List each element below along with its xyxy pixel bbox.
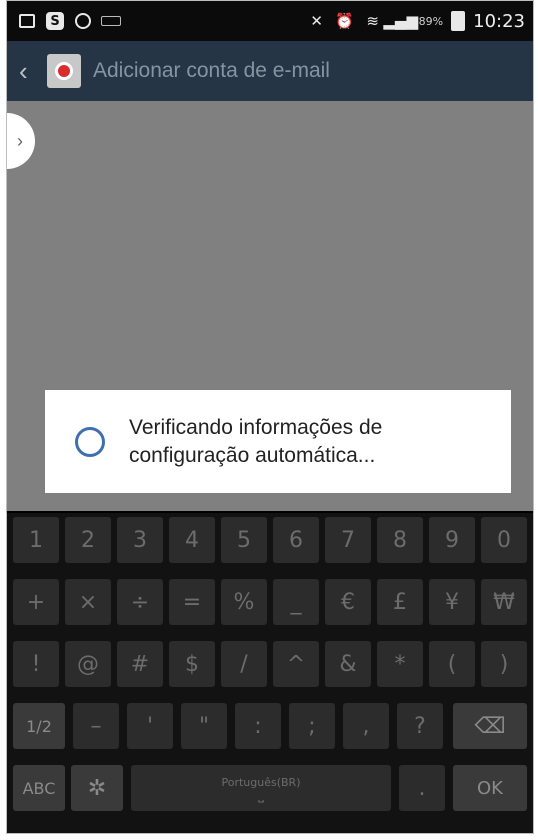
key[interactable]: * bbox=[377, 641, 423, 687]
key[interactable]: 8 bbox=[377, 517, 423, 563]
keyboard-icon bbox=[101, 12, 121, 30]
key[interactable]: " bbox=[181, 703, 227, 749]
ok-key[interactable]: OK bbox=[453, 765, 527, 811]
key[interactable]: 7 bbox=[325, 517, 371, 563]
key[interactable]: & bbox=[325, 641, 371, 687]
backspace-icon[interactable]: ⌫ bbox=[453, 703, 527, 749]
key[interactable]: ¥ bbox=[429, 579, 475, 625]
space-key[interactable]: Português(BR) ⎵ bbox=[131, 765, 391, 811]
settings-gear-icon[interactable]: ✲ bbox=[71, 765, 123, 811]
key[interactable]: ₩ bbox=[481, 579, 527, 625]
key[interactable]: $ bbox=[169, 641, 215, 687]
wifi-icon: ≋ bbox=[366, 12, 379, 30]
space-bar-icon: ⎵ bbox=[258, 786, 264, 803]
keyboard-row-symbols1: + × ÷ = % _ € £ ¥ ₩ bbox=[7, 579, 533, 633]
signal-icon: ▂▄▆ bbox=[383, 12, 418, 30]
key[interactable]: / bbox=[221, 641, 267, 687]
key[interactable]: ÷ bbox=[117, 579, 163, 625]
side-panel-handle[interactable]: › bbox=[7, 113, 35, 169]
key[interactable]: 0 bbox=[481, 517, 527, 563]
key[interactable]: : bbox=[235, 703, 281, 749]
key[interactable]: , bbox=[343, 703, 389, 749]
keyboard-row-symbols3: 1/2 – ' " : ; , ? ⌫ bbox=[7, 703, 533, 757]
key[interactable]: _ bbox=[273, 579, 319, 625]
key[interactable]: ; bbox=[289, 703, 335, 749]
key[interactable]: + bbox=[13, 579, 59, 625]
key[interactable]: 2 bbox=[65, 517, 111, 563]
key[interactable]: 9 bbox=[429, 517, 475, 563]
progress-message-line2: configuração automática... bbox=[129, 443, 376, 467]
skype-icon: S bbox=[45, 12, 65, 30]
key[interactable]: ( bbox=[429, 641, 475, 687]
keyboard-row-symbols2: ! @ # $ / ^ & * ( ) bbox=[7, 641, 533, 695]
content-area: › Verificando informações de configuraçã… bbox=[7, 101, 533, 511]
progress-dialog: Verificando informações de configuração … bbox=[45, 390, 511, 493]
key[interactable]: 3 bbox=[117, 517, 163, 563]
keyboard-row-bottom: ABC ✲ Português(BR) ⎵ . OK bbox=[7, 765, 533, 819]
mute-icon: ✕ bbox=[310, 12, 323, 30]
battery-percent: 89% bbox=[418, 14, 444, 28]
key[interactable]: × bbox=[65, 579, 111, 625]
key[interactable]: # bbox=[117, 641, 163, 687]
key[interactable]: ? bbox=[397, 703, 443, 749]
progress-message-line1: Verificando informações de bbox=[129, 415, 383, 439]
page-toggle-key[interactable]: 1/2 bbox=[13, 703, 65, 749]
key[interactable]: 1 bbox=[13, 517, 59, 563]
key[interactable]: € bbox=[325, 579, 371, 625]
status-bar: S ✕ ⏰ ≋ ▂▄▆ 89% 10:23 bbox=[7, 1, 533, 41]
key[interactable]: @ bbox=[65, 641, 111, 687]
loading-spinner-icon bbox=[75, 426, 105, 457]
key[interactable]: £ bbox=[377, 579, 423, 625]
page-title: Adicionar conta de e-mail bbox=[93, 59, 330, 82]
key[interactable]: % bbox=[221, 579, 267, 625]
key[interactable]: 6 bbox=[273, 517, 319, 563]
abc-key[interactable]: ABC bbox=[13, 765, 65, 811]
phone-screen: S ✕ ⏰ ≋ ▂▄▆ 89% 10:23 ‹ Adicionar conta … bbox=[6, 0, 534, 834]
keyboard-row-numbers: 1 2 3 4 5 6 7 8 9 0 bbox=[7, 517, 533, 571]
key[interactable]: 4 bbox=[169, 517, 215, 563]
clock: 10:23 bbox=[473, 10, 525, 32]
back-icon[interactable]: ‹ bbox=[19, 56, 41, 87]
battery-icon bbox=[451, 11, 466, 31]
progress-message: Verificando informações de configuração … bbox=[129, 414, 382, 470]
key[interactable]: ^ bbox=[273, 641, 319, 687]
alarm-icon: ⏰ bbox=[335, 12, 355, 30]
key[interactable]: ' bbox=[127, 703, 173, 749]
key[interactable]: ! bbox=[13, 641, 59, 687]
gallery-icon bbox=[17, 12, 37, 30]
whatsapp-icon bbox=[73, 12, 93, 30]
key[interactable]: ) bbox=[481, 641, 527, 687]
chevron-right-icon: › bbox=[17, 130, 23, 151]
action-bar: ‹ Adicionar conta de e-mail bbox=[7, 41, 533, 101]
email-app-icon[interactable] bbox=[47, 54, 81, 88]
key[interactable]: – bbox=[73, 703, 119, 749]
keyboard: 1 2 3 4 5 6 7 8 9 0 + × ÷ = % _ € £ ¥ ₩ … bbox=[7, 513, 533, 833]
key[interactable]: 5 bbox=[221, 517, 267, 563]
period-key[interactable]: . bbox=[399, 765, 445, 811]
key[interactable]: = bbox=[169, 579, 215, 625]
